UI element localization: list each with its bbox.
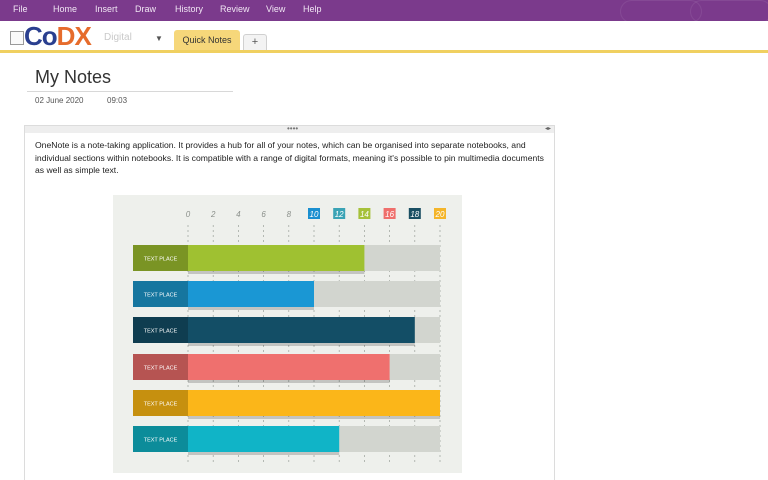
chart-category-label: TEXT PLACE bbox=[144, 257, 178, 263]
menu-review[interactable]: Review bbox=[220, 4, 250, 14]
logo-text-dx: DX bbox=[56, 21, 92, 51]
chart-tick-label: 8 bbox=[287, 210, 292, 219]
chart-tick-label: 16 bbox=[385, 210, 394, 219]
container-handle-bar[interactable]: •••• ◂▸ bbox=[25, 124, 554, 133]
bar-chart-image[interactable]: 0 2 4 6 8 10 12 14 16 18 20 TEXT PLACE TEXT PLACE TEX… bbox=[113, 195, 462, 473]
menu-bar: File Home Insert Draw History Review Vie… bbox=[0, 0, 768, 21]
notebook-name[interactable]: Digital bbox=[104, 32, 132, 43]
chart-bar bbox=[188, 354, 390, 380]
add-section-button[interactable]: + bbox=[243, 34, 267, 50]
tab-quick-notes[interactable]: Quick Notes bbox=[174, 30, 240, 50]
page-time: 09:03 bbox=[107, 96, 128, 105]
menu-view[interactable]: View bbox=[266, 4, 285, 14]
menu-history[interactable]: History bbox=[175, 4, 203, 14]
menu-help[interactable]: Help bbox=[303, 4, 322, 14]
chart-tick-label: 18 bbox=[410, 210, 419, 219]
menu-draw[interactable]: Draw bbox=[135, 4, 156, 14]
chart-category-label: TEXT PLACE bbox=[144, 293, 178, 299]
menu-insert[interactable]: Insert bbox=[95, 4, 118, 14]
logo-text-co: Co bbox=[24, 21, 58, 51]
resize-handle-icon[interactable]: ◂▸ bbox=[545, 125, 551, 132]
chart-tick-label: 20 bbox=[435, 210, 445, 219]
page-title[interactable]: My Notes bbox=[35, 67, 111, 88]
chart-tick-label: 4 bbox=[236, 210, 241, 219]
notebook-icon[interactable] bbox=[10, 31, 24, 45]
drag-grip-icon[interactable]: •••• bbox=[287, 124, 298, 133]
chart-bar bbox=[188, 426, 340, 452]
chart-category-label: TEXT PLACE bbox=[144, 329, 178, 335]
title-divider bbox=[27, 91, 233, 92]
section-tab-underline bbox=[0, 50, 768, 53]
chart-bar bbox=[188, 390, 440, 416]
menu-bar-decoration bbox=[690, 0, 768, 21]
bar-chart-svg: 0 2 4 6 8 10 12 14 16 18 20 TEXT PLACE TEXT PLACE TEX… bbox=[133, 208, 446, 465]
chart-tick-label: 6 bbox=[261, 210, 266, 219]
page-date: 02 June 2020 bbox=[35, 96, 84, 105]
notebook-dropdown-icon[interactable]: ▼ bbox=[155, 34, 163, 43]
chart-tick-label: 14 bbox=[360, 210, 369, 219]
chart-tick-label: 12 bbox=[335, 210, 344, 219]
chart-category-label: TEXT PLACE bbox=[144, 438, 178, 444]
chart-tick-label: 0 bbox=[186, 210, 191, 219]
chart-bar bbox=[188, 281, 314, 307]
chart-bar bbox=[188, 317, 415, 343]
menu-file[interactable]: File bbox=[13, 4, 28, 14]
menu-home[interactable]: Home bbox=[53, 4, 77, 14]
watermark-logo: CoDX bbox=[24, 21, 92, 52]
note-body-text[interactable]: OneNote is a note-taking application. It… bbox=[35, 139, 547, 177]
chart-category-label: TEXT PLACE bbox=[144, 402, 178, 408]
chart-bar bbox=[188, 245, 365, 271]
chart-tick-label: 10 bbox=[310, 210, 319, 219]
chart-category-label: TEXT PLACE bbox=[144, 366, 178, 372]
chart-tick-label: 2 bbox=[210, 210, 216, 219]
